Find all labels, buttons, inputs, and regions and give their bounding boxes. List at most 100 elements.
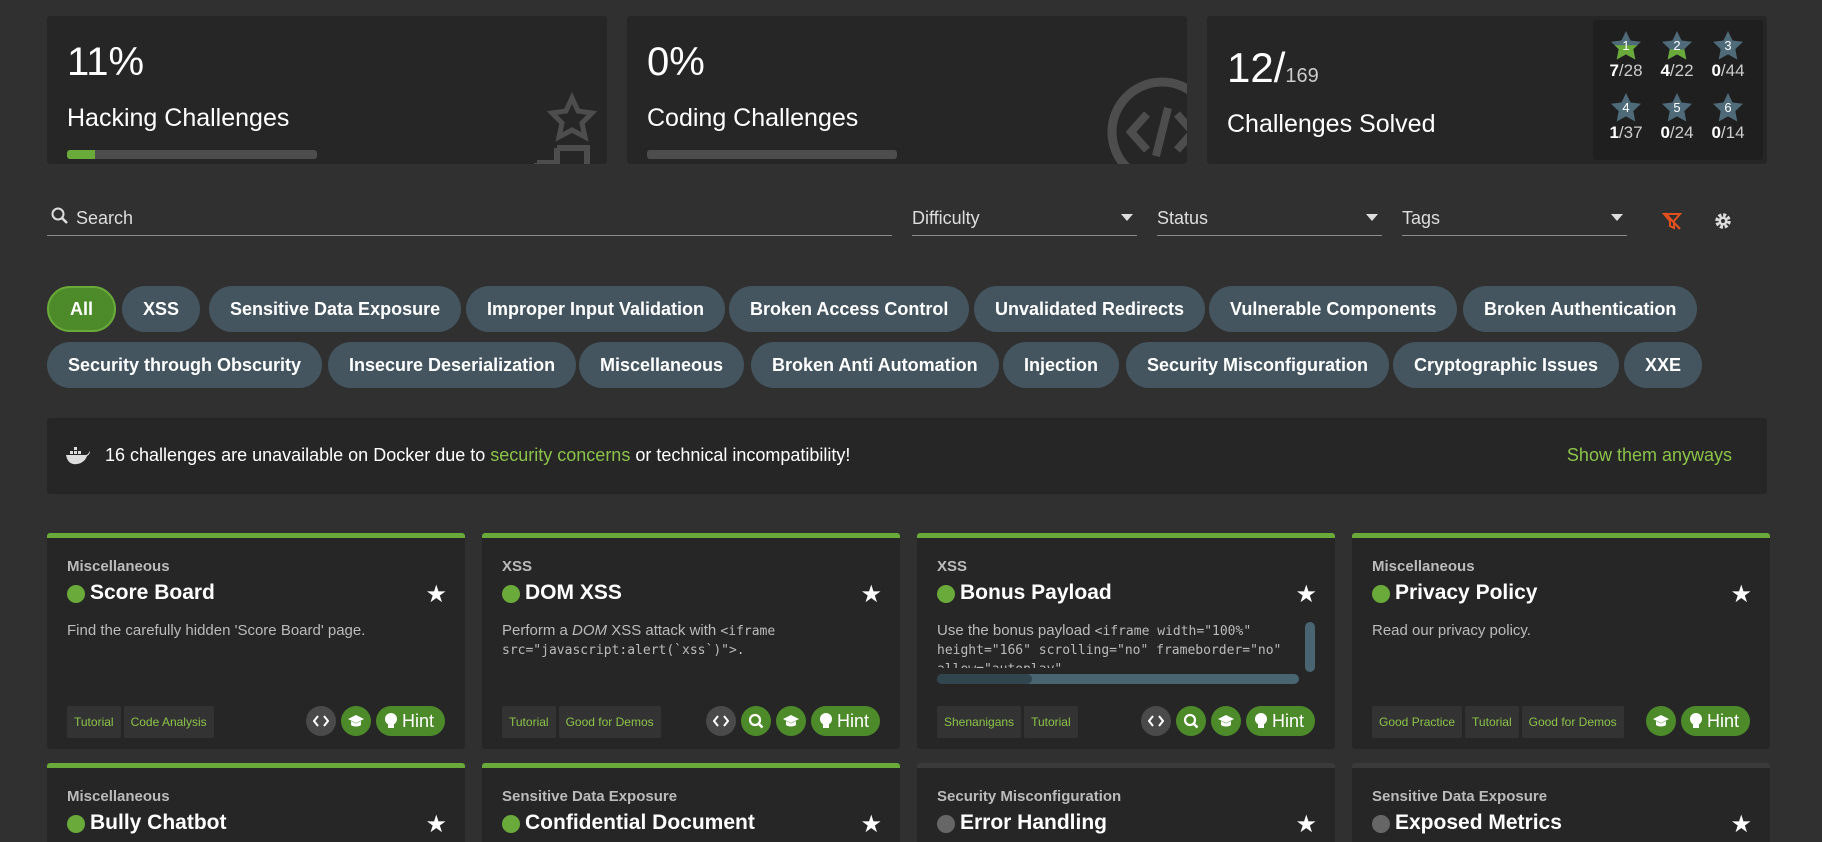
- challenge-actions: Hint: [705, 706, 880, 736]
- hint-button[interactable]: Hint: [1680, 706, 1750, 736]
- coding-challenges-card: 0% Coding Challenges: [627, 16, 1187, 164]
- tag[interactable]: Shenanigans: [937, 706, 1022, 738]
- show-them-anyways-button[interactable]: Show them anyways: [1567, 445, 1732, 466]
- tutorial-button[interactable]: [1645, 706, 1676, 736]
- chip-cryptographic-issues[interactable]: Cryptographic Issues: [1393, 342, 1620, 388]
- mitigation-button[interactable]: [740, 706, 771, 736]
- coding-percent: 0%: [647, 40, 705, 84]
- difficulty-5: 5 0/24: [1652, 92, 1702, 143]
- shield-search-icon: [748, 713, 764, 729]
- challenge-card-dom-xss: XSS DOM XSS ★ Perform a DOM XSS attack w…: [482, 533, 900, 749]
- hint-label: Hint: [1706, 710, 1739, 731]
- chip-vulnerable-components[interactable]: Vulnerable Components: [1209, 286, 1458, 332]
- challenge-category: XSS: [502, 558, 533, 575]
- chip-xxe[interactable]: XXE: [1624, 342, 1703, 388]
- lightbulb-icon: [384, 713, 397, 728]
- chip-broken-access-control[interactable]: Broken Access Control: [729, 286, 970, 332]
- difficulty-select[interactable]: Difficulty: [912, 200, 1137, 236]
- challenge-category: Sensitive Data Exposure: [1372, 788, 1548, 805]
- chip-security-misconfiguration[interactable]: Security Misconfiguration: [1126, 342, 1390, 388]
- tag[interactable]: Tutorial: [67, 706, 121, 738]
- chip-all[interactable]: All: [47, 286, 117, 332]
- challenge-name: Bully Chatbot: [90, 811, 227, 834]
- challenge-category: Sensitive Data Exposure: [502, 788, 678, 805]
- difficulty-4-count: 1/37: [1609, 123, 1643, 142]
- chip-security-through-obscurity[interactable]: Security through Obscurity: [47, 342, 323, 388]
- chip-improper-input-validation[interactable]: Improper Input Validation: [466, 286, 726, 332]
- difficulty-1-count: 7/28: [1609, 61, 1643, 80]
- gear-icon[interactable]: [1713, 211, 1733, 231]
- clear-filter-icon[interactable]: [1661, 210, 1683, 232]
- hacking-progress-bar: [67, 150, 317, 159]
- hint-button[interactable]: Hint: [810, 706, 880, 736]
- challenge-name: DOM XSS: [525, 581, 622, 604]
- hint-button[interactable]: Hint: [375, 706, 445, 736]
- tutorial-button[interactable]: [1210, 706, 1241, 736]
- tag[interactable]: Good for Demos: [1521, 706, 1624, 738]
- chip-broken-anti-automation[interactable]: Broken Anti Automation: [751, 342, 999, 388]
- challenge-tags: Good Practice Tutorial Good for Demos: [1372, 706, 1627, 738]
- solved-count: 12/169: [1227, 44, 1319, 92]
- chip-insecure-deserialization[interactable]: Insecure Deserialization: [328, 342, 577, 388]
- hacking-progress-fill: [67, 150, 95, 159]
- tag[interactable]: Good Practice: [1372, 706, 1463, 738]
- challenge-card-confidential-document: Sensitive Data Exposure Confidential Doc…: [482, 763, 900, 842]
- vertical-scrollbar[interactable]: [1305, 622, 1315, 672]
- tag[interactable]: Tutorial: [1465, 706, 1519, 738]
- tag[interactable]: Code Analysis: [123, 706, 214, 738]
- security-concerns-link[interactable]: security concerns: [490, 445, 630, 465]
- challenge-name: Exposed Metrics: [1395, 811, 1562, 834]
- chip-miscellaneous[interactable]: Miscellaneous: [579, 342, 745, 388]
- chip-sensitive-data-exposure[interactable]: Sensitive Data Exposure: [209, 286, 462, 332]
- code-icon: [712, 715, 729, 727]
- challenge-description: Perform a DOM XSS attack with <iframe sr…: [502, 622, 862, 660]
- tutorial-button[interactable]: [775, 706, 806, 736]
- chip-broken-authentication[interactable]: Broken Authentication: [1463, 286, 1698, 332]
- chip-xss[interactable]: XSS: [122, 286, 201, 332]
- code-snippet-button[interactable]: [1140, 706, 1171, 736]
- star-icon: 5: [1662, 93, 1692, 122]
- star-icon: 6: [1713, 93, 1743, 122]
- scrollbar-thumb[interactable]: [937, 674, 1032, 684]
- chip-unvalidated-redirects[interactable]: Unvalidated Redirects: [974, 286, 1206, 332]
- tag[interactable]: Tutorial: [1024, 706, 1078, 738]
- svg-text:1: 1: [1622, 38, 1629, 53]
- hint-label: Hint: [401, 710, 434, 731]
- graduation-cap-icon: [782, 715, 799, 727]
- difficulty-select-label: Difficulty: [912, 208, 980, 228]
- challenge-card-exposed-metrics: Sensitive Data Exposure Exposed Metrics …: [1352, 763, 1770, 842]
- challenge-actions: Hint: [305, 706, 445, 736]
- difficulty-2: 2 4/22: [1652, 30, 1702, 81]
- tags-select[interactable]: Tags: [1402, 200, 1627, 236]
- coding-label: Coding Challenges: [647, 104, 859, 132]
- mitigation-button[interactable]: [1175, 706, 1206, 736]
- challenge-card-error-handling: Security Misconfiguration Error Handling…: [917, 763, 1335, 842]
- code-snippet-button[interactable]: [305, 706, 336, 736]
- tag[interactable]: Tutorial: [502, 706, 556, 738]
- description-text: XSS attack with: [607, 622, 721, 639]
- challenge-category: Miscellaneous: [67, 788, 170, 805]
- challenge-tags: Shenanigans Tutorial: [937, 706, 1081, 738]
- challenge-category: Miscellaneous: [67, 558, 170, 575]
- star-icon: 3: [1713, 31, 1743, 60]
- horizontal-scrollbar[interactable]: [937, 674, 1299, 684]
- svg-text:2: 2: [1673, 38, 1680, 53]
- tag[interactable]: Good for Demos: [558, 706, 661, 738]
- code-snippet-button[interactable]: [705, 706, 736, 736]
- chip-injection[interactable]: Injection: [1003, 342, 1120, 388]
- graduation-cap-icon: [1217, 715, 1234, 727]
- tutorial-button[interactable]: [340, 706, 371, 736]
- chevron-down-icon: [1611, 214, 1623, 221]
- docker-warning-prefix: 16 challenges are unavailable on Docker …: [105, 445, 491, 465]
- lightbulb-icon: [1254, 713, 1267, 728]
- search-input[interactable]: Search: [47, 200, 892, 236]
- code-icon: [1107, 77, 1187, 164]
- status-select[interactable]: Status: [1157, 200, 1382, 236]
- hint-label: Hint: [836, 710, 869, 731]
- difficulty-breakdown: 1 7/28 2 4/22 3 0/44 4 1/37 5 0/24 6 0/1…: [1593, 20, 1763, 160]
- solved-status-indicator: [502, 585, 520, 603]
- difficulty-5-count: 0/24: [1660, 123, 1694, 142]
- hint-button[interactable]: Hint: [1245, 706, 1315, 736]
- challenge-actions: Hint: [1645, 706, 1750, 736]
- lightbulb-icon: [1689, 713, 1702, 728]
